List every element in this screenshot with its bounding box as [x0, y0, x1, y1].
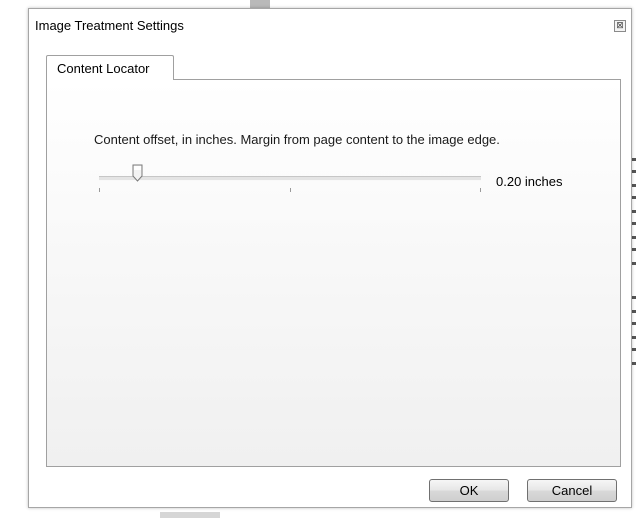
- content-offset-description: Content offset, in inches. Margin from p…: [94, 132, 500, 147]
- cancel-button-label: Cancel: [551, 483, 593, 498]
- close-icon: ⊠: [616, 21, 624, 31]
- ok-button-label: OK: [459, 483, 479, 498]
- tab-content-locator[interactable]: Content Locator: [46, 55, 174, 80]
- dialog-title: Image Treatment Settings: [35, 18, 184, 33]
- slider-thumb[interactable]: [132, 164, 143, 182]
- cancel-button[interactable]: Cancel: [527, 479, 617, 502]
- content-offset-slider[interactable]: [99, 164, 481, 192]
- background-window-edge: [160, 512, 220, 518]
- slider-tick: [290, 188, 291, 192]
- ok-button[interactable]: OK: [429, 479, 509, 502]
- slider-tick: [99, 188, 100, 192]
- close-button[interactable]: ⊠: [614, 20, 626, 32]
- title-bar[interactable]: Image Treatment Settings ⊠: [29, 9, 631, 41]
- content-locator-panel: Content offset, in inches. Margin from p…: [46, 79, 621, 467]
- slider-track[interactable]: [99, 176, 481, 181]
- background-window-edge: [250, 0, 270, 8]
- tab-label: Content Locator: [57, 61, 150, 76]
- content-offset-value: 0.20 inches: [496, 174, 563, 189]
- slider-tick: [480, 188, 481, 192]
- image-treatment-settings-dialog: Image Treatment Settings ⊠ Content Locat…: [28, 8, 632, 508]
